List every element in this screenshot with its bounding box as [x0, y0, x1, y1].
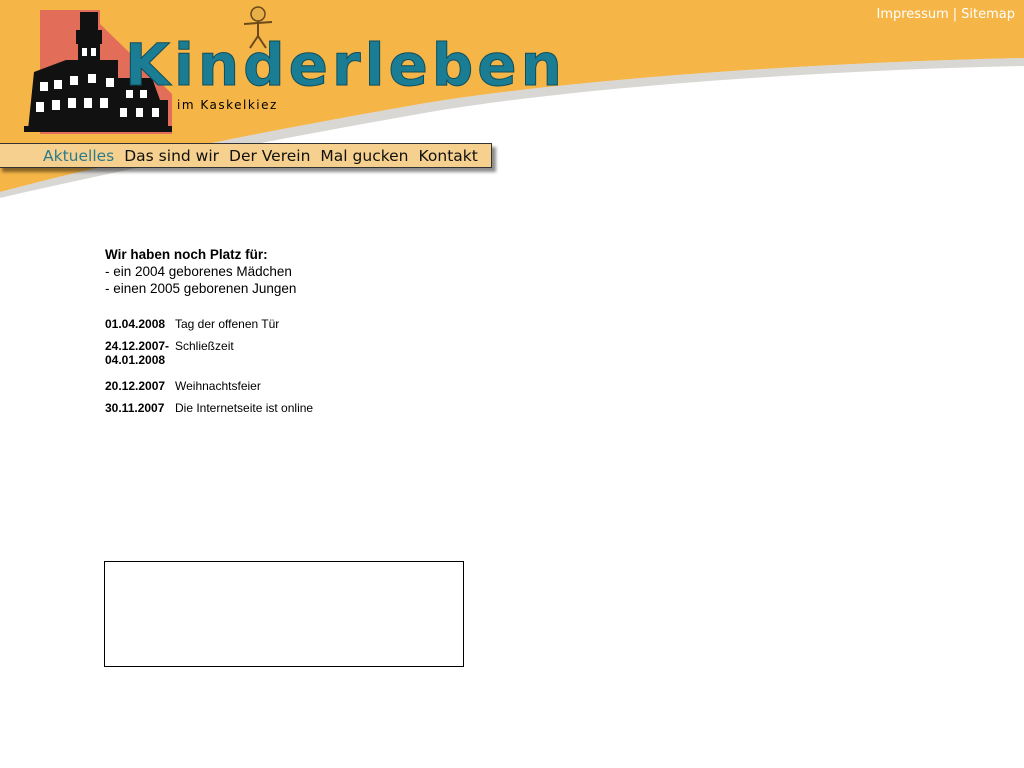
- nav-item-der-verein[interactable]: Der Verein: [229, 147, 310, 165]
- impressum-link[interactable]: Impressum: [877, 7, 949, 22]
- news-date: 24.12.2007- 04.01.2008: [105, 339, 170, 367]
- news-date: 01.04.2008: [105, 317, 166, 331]
- sitemap-link[interactable]: Sitemap: [961, 7, 1015, 22]
- news-text: Weihnachtsfeier: [175, 379, 261, 393]
- notice-title: Wir haben noch Platz für:: [105, 247, 268, 262]
- news-text: Tag der offenen Tür: [175, 317, 280, 331]
- news-item: 20.12.2007 Weihnachtsfeier: [105, 379, 505, 393]
- news-date: 30.11.2007: [105, 401, 165, 415]
- nav-item-kontakt[interactable]: Kontakt: [419, 147, 478, 165]
- notice-line: - einen 2005 geborenen Jungen: [105, 281, 297, 296]
- nav-item-das-sind-wir[interactable]: Das sind wir: [124, 147, 219, 165]
- nav-item-mal-gucken[interactable]: Mal gucken: [320, 147, 408, 165]
- news-item: 24.12.2007- 04.01.2008 Schließzeit: [105, 339, 505, 367]
- news-item: 30.11.2007 Die Internetseite ist online: [105, 401, 505, 415]
- site-logo[interactable]: Kinderleben im Kaskelkiez: [22, 4, 562, 139]
- nav-item-aktuelles[interactable]: Aktuelles: [43, 147, 114, 165]
- news-item: 01.04.2008 Tag der offenen Tür: [105, 317, 505, 331]
- news-date: 20.12.2007: [105, 379, 166, 393]
- logo-wordmark: Kinderleben: [125, 31, 566, 100]
- news-text: Schließzeit: [175, 339, 234, 353]
- logo-subtitle: im Kaskelkiez: [177, 98, 278, 112]
- main-nav: Aktuelles Das sind wir Der Verein Mal gu…: [0, 143, 492, 168]
- main-content: Wir haben noch Platz für: - ein 2004 geb…: [105, 246, 505, 423]
- notice-line: - ein 2004 geborenes Mädchen: [105, 264, 292, 279]
- news-list: 01.04.2008 Tag der offenen Tür 24.12.200…: [105, 317, 505, 415]
- availability-notice: Wir haben noch Platz für: - ein 2004 geb…: [105, 246, 505, 297]
- empty-content-box: [104, 561, 464, 667]
- top-links-separator: |: [952, 7, 958, 22]
- top-links: Impressum | Sitemap: [877, 7, 1016, 22]
- news-text: Die Internetseite ist online: [175, 401, 314, 415]
